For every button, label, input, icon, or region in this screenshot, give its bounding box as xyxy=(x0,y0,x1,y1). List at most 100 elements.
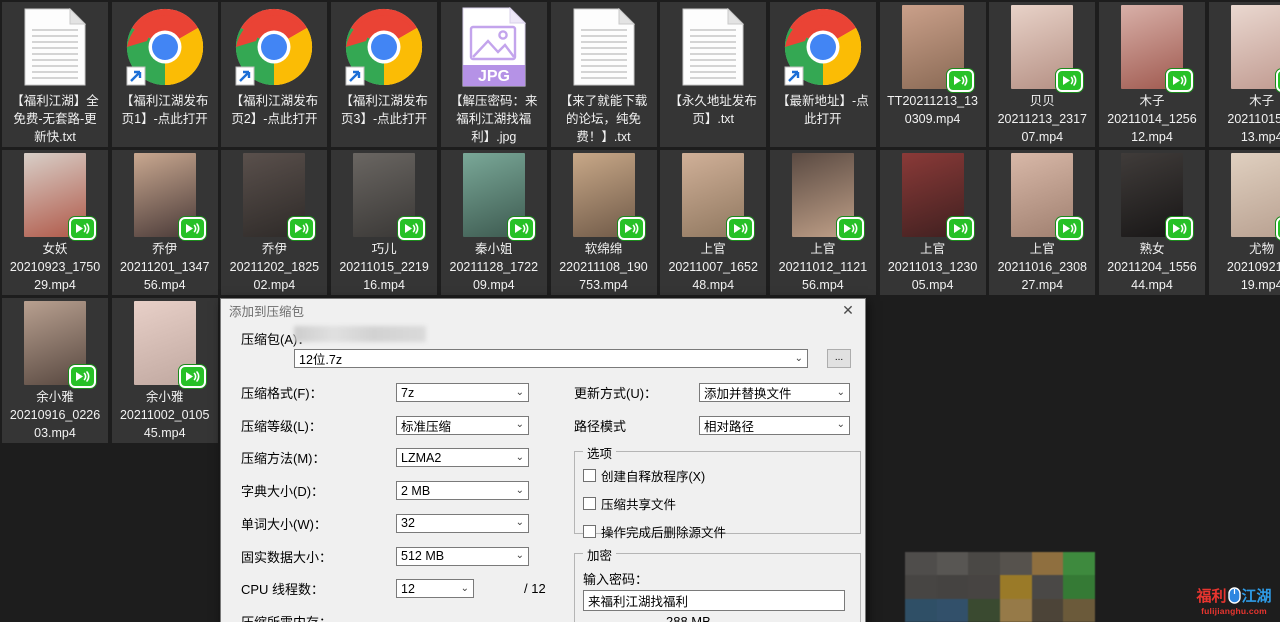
file-tile[interactable]: JPG 上官 20211007_1652 48.mp4 xyxy=(660,150,766,295)
chevron-down-icon: ⌄ xyxy=(516,518,524,528)
file-tile[interactable]: JPG 【福利江湖发布 页2】-点此打开 xyxy=(221,2,327,147)
browse-button[interactable]: ... xyxy=(827,349,851,368)
cpu-threads-combobox[interactable]: 12 ⌄ xyxy=(396,579,474,598)
site-watermark: 福利 江湖 fulijianghu.com xyxy=(1190,585,1278,616)
mosaic-cell xyxy=(1063,552,1095,575)
field-combobox[interactable]: LZMA2 ⌄ xyxy=(396,448,529,467)
field-combobox[interactable]: 7z ⌄ xyxy=(396,383,529,402)
video-thumbnail xyxy=(1121,5,1183,89)
file-tile[interactable]: JPG 上官 20211016_2308 27.mp4 xyxy=(989,150,1095,295)
field-combobox[interactable]: 相对路径 ⌄ xyxy=(699,416,850,435)
checkbox-unchecked[interactable] xyxy=(583,469,596,482)
file-icon-area: JPG xyxy=(331,150,437,240)
field-combobox[interactable]: 32 ⌄ xyxy=(396,514,529,533)
field-combobox[interactable]: 标准压缩 ⌄ xyxy=(396,416,529,435)
file-icon-area: JPG xyxy=(551,150,657,240)
file-tile[interactable]: JPG 木子 20211014_1256 12.mp4 xyxy=(1099,2,1205,147)
media-player-badge xyxy=(69,217,96,240)
file-name: 木子 20211014_1256 12.mp4 xyxy=(1100,92,1204,146)
file-icon-area: JPG xyxy=(880,2,986,92)
file-tile[interactable]: JPG 乔伊 20211202_1825 02.mp4 xyxy=(221,150,327,295)
file-tile[interactable]: JPG 【来了就能下载 的论坛，纯免 费！】.txt xyxy=(551,2,657,147)
file-tile[interactable]: JPG 贝贝 20211213_2317 07.mp4 xyxy=(989,2,1095,147)
file-name: 秦小姐 20211128_1722 09.mp4 xyxy=(442,240,546,294)
checkbox-unchecked[interactable] xyxy=(583,525,596,538)
video-thumbnail xyxy=(243,153,305,237)
checkbox-label: 压缩共享文件 xyxy=(601,494,676,513)
file-name: 乔伊 20211202_1825 02.mp4 xyxy=(222,240,326,294)
media-player-badge xyxy=(1276,69,1280,92)
file-tile[interactable]: JPG 上官 20211012_1121 56.mp4 xyxy=(770,150,876,295)
file-tile[interactable]: JPG 木子 20211015_1 13.mp4 xyxy=(1209,2,1280,147)
password-input[interactable] xyxy=(583,590,845,611)
file-icon-area: JPG xyxy=(112,298,218,388)
chevron-down-icon: ⌄ xyxy=(516,453,524,463)
field-combobox[interactable]: 512 MB ⌄ xyxy=(396,547,529,566)
chrome-shortcut-icon xyxy=(344,7,424,87)
jpg-file-icon: JPG xyxy=(462,7,526,87)
file-tile[interactable]: JPG 【福利江湖发布 页1】-点此打开 xyxy=(112,2,218,147)
file-tile[interactable]: JPG 巧儿 20211015_2219 16.mp4 xyxy=(331,150,437,295)
field-row: 单词大小(W)： 32 ⌄ xyxy=(241,514,571,533)
video-thumbnail xyxy=(1231,153,1280,237)
file-tile[interactable]: JPG 尤物 20210921_1 19.mp4 xyxy=(1209,150,1280,295)
field-row: 压缩方法(M)： LZMA2 ⌄ xyxy=(241,448,571,467)
cpu-threads-value: 12 xyxy=(401,582,415,596)
file-tile[interactable]: JPG 女妖 20210923_1750 29.mp4 xyxy=(2,150,108,295)
video-thumbnail xyxy=(902,153,964,237)
field-row: 字典大小(D)： 2 MB ⌄ xyxy=(241,481,571,500)
video-thumbnail xyxy=(1011,153,1073,237)
video-thumbnail xyxy=(1231,5,1280,89)
close-icon[interactable]: ✕ xyxy=(839,302,857,319)
file-tile[interactable]: JPG 【最新地址】-点 此打开 xyxy=(770,2,876,147)
file-icon-area: JPG xyxy=(660,2,766,92)
field-value: LZMA2 xyxy=(401,451,441,465)
file-tile[interactable]: JPG TT20211213_13 0309.mp4 xyxy=(880,2,986,147)
media-player-badge xyxy=(179,365,206,388)
checkbox-unchecked[interactable] xyxy=(583,497,596,510)
media-player-badge xyxy=(837,217,864,240)
media-player-badge xyxy=(398,217,425,240)
chevron-down-icon: ⌄ xyxy=(837,420,845,430)
add-to-archive-dialog: 添加到压缩包 ✕ 压缩包(A)： 12位.7z ⌄ ... 压缩格式(F)： 7… xyxy=(220,298,866,622)
video-thumbnail xyxy=(353,153,415,237)
censored-archive-path xyxy=(294,326,426,342)
file-tile[interactable]: JPG 软绵绵 220211108_190 753.mp4 xyxy=(551,150,657,295)
file-tile[interactable]: JPG 【福利江湖发布 页3】-点此打开 xyxy=(331,2,437,147)
encryption-groupbox: 加密 输入密码： xyxy=(574,553,861,622)
mosaic-cell xyxy=(1063,599,1095,622)
file-tile[interactable]: JPG 余小雅 20211002_0105 45.mp4 xyxy=(112,298,218,443)
mosaic-cell xyxy=(1032,575,1064,598)
file-tile[interactable]: JPG 余小雅 20210916_0226 03.mp4 xyxy=(2,298,108,443)
file-icon-area: JPG xyxy=(1209,2,1280,92)
chevron-down-icon: ⌄ xyxy=(516,551,524,561)
file-tile[interactable]: JPG 【福利江湖】全 免费-无套路-更 新快.txt xyxy=(2,2,108,147)
file-icon-area: JPG xyxy=(112,2,218,92)
media-player-badge xyxy=(1056,69,1083,92)
mosaic-cell xyxy=(937,599,969,622)
file-name: 乔伊 20211201_1347 56.mp4 xyxy=(113,240,217,294)
file-tile[interactable]: JPG 上官 20211013_1230 05.mp4 xyxy=(880,150,986,295)
file-icon-area: JPG xyxy=(770,2,876,92)
mosaic-cell xyxy=(1000,575,1032,598)
file-icon-area: JPG xyxy=(441,2,547,92)
file-tile[interactable]: JPG 【解压密码：来 福利江湖找福 利】.jpg xyxy=(441,2,547,147)
file-name: 余小雅 20211002_0105 45.mp4 xyxy=(113,388,217,442)
options-checkbox-list: 创建自释放程序(X) 压缩共享文件 操作完成后删除源文件 xyxy=(575,452,860,541)
checkbox-label: 操作完成后删除源文件 xyxy=(601,522,726,541)
field-row: 更新方式(U)： 添加并替换文件 ⌄ xyxy=(574,383,904,402)
dialog-titlebar[interactable]: 添加到压缩包 ✕ xyxy=(221,299,865,321)
video-thumbnail xyxy=(24,153,86,237)
file-tile[interactable]: JPG 熟女 20211204_1556 44.mp4 xyxy=(1099,150,1205,295)
file-name: TT20211213_13 0309.mp4 xyxy=(881,92,985,128)
file-tile[interactable]: JPG 秦小姐 20211128_1722 09.mp4 xyxy=(441,150,547,295)
archive-name-combobox[interactable]: 12位.7z ⌄ xyxy=(294,349,808,368)
file-tile[interactable]: JPG 乔伊 20211201_1347 56.mp4 xyxy=(112,150,218,295)
file-tile[interactable]: JPG 【永久地址发布 页】.txt xyxy=(660,2,766,147)
media-player-badge xyxy=(508,217,535,240)
field-value: 标准压缩 xyxy=(401,416,451,435)
watermark-domain: fulijianghu.com xyxy=(1190,606,1278,616)
field-combobox[interactable]: 添加并替换文件 ⌄ xyxy=(699,383,850,402)
chevron-down-icon: ⌄ xyxy=(516,486,524,496)
field-combobox[interactable]: 2 MB ⌄ xyxy=(396,481,529,500)
